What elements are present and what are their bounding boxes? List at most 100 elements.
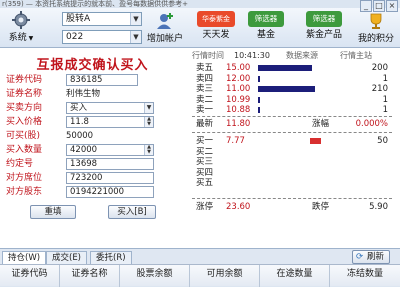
quote-panel: 行情时间 10:41:30 数据来源 行情主站 卖五 15.00 200 卖四 12.0… xyxy=(192,50,398,246)
ask-volume-bar xyxy=(258,75,260,82)
field-label: 买入价格 xyxy=(6,117,43,127)
promo-tiantianfa-button[interactable]: 华泰紫金 天天发 xyxy=(196,11,236,40)
ask-level-label: 卖四 xyxy=(196,73,214,84)
ask-level-label: 卖五 xyxy=(196,63,214,73)
price-input[interactable]: 11.8 ▲ ▼ xyxy=(66,116,154,128)
column-header[interactable]: 证券代码 xyxy=(0,265,60,287)
field-label: 可买(股) xyxy=(6,131,41,141)
bid-level-label: 买三 xyxy=(196,157,214,167)
my-points-button[interactable]: 我的积分 xyxy=(354,11,398,44)
quantity-input[interactable]: 42000 ▲ ▼ xyxy=(66,144,154,156)
column-header[interactable]: 在途数量 xyxy=(260,265,330,287)
quote-source-label: 数据来源 xyxy=(286,51,318,60)
tab-orders[interactable]: 委托(R) xyxy=(90,251,132,264)
ask-volume-bar xyxy=(258,107,260,113)
field-stock-name: 证券名称 利伟生物 xyxy=(6,88,146,100)
order-panel: 互报成交确认买入 证券代码 836185 证券名称 利伟生物 买卖方向 买入 ▼… xyxy=(0,48,400,248)
field-counterparty-holder: 对方股东 0194221000 xyxy=(6,186,156,198)
bid-volume-bar xyxy=(310,138,321,144)
promo-fund-button[interactable]: 筛选器 基金 xyxy=(246,11,286,40)
ask-price[interactable]: 11.00 xyxy=(226,84,250,94)
refresh-label: 刷新 xyxy=(366,252,384,262)
ask-row: 卖一 10.88 1 xyxy=(192,105,392,115)
column-header[interactable]: 冻结数量 xyxy=(330,265,400,287)
field-label: 对方股东 xyxy=(6,187,43,197)
tab-positions[interactable]: 持仓(W) xyxy=(2,251,47,264)
limit-down-label: 跌停 xyxy=(312,202,330,212)
add-account-label: 增加帐户 xyxy=(146,34,183,44)
system-menu-button[interactable]: 系统 ▼ xyxy=(4,10,38,43)
column-header[interactable]: 证券名称 xyxy=(60,265,120,287)
bid-level-label: 买四 xyxy=(196,167,214,178)
quantity-value: 42000 xyxy=(70,145,98,155)
promo-label: 紫金产品 xyxy=(305,30,342,40)
divider xyxy=(192,132,392,133)
field-label: 买入数量 xyxy=(6,145,43,155)
reset-button[interactable]: 重填 xyxy=(30,205,76,219)
direction-select[interactable]: 买入 ▼ xyxy=(66,102,154,114)
agreement-no-input[interactable]: 13698 xyxy=(66,158,154,170)
ask-row: 卖二 10.99 1 xyxy=(192,95,392,105)
close-icon[interactable]: × xyxy=(386,0,398,12)
bid-row: 买五 xyxy=(192,178,392,188)
ask-level-label: 卖三 xyxy=(196,84,214,94)
bid-price[interactable]: 7.77 xyxy=(226,136,245,146)
ask-volume-bar xyxy=(258,96,260,103)
field-label: 证券名称 xyxy=(6,89,43,99)
ask-level-label: 卖一 xyxy=(196,105,214,115)
limit-down-value: 5.90 xyxy=(369,202,388,212)
stepper-icon[interactable]: ▲ ▼ xyxy=(144,117,153,127)
system-label: 系统 xyxy=(8,33,27,43)
ask-volume-bar xyxy=(258,86,315,92)
divider xyxy=(192,198,392,199)
page-title: 互报成交确认买入 xyxy=(36,58,149,73)
stock-select-value: 股转A xyxy=(66,14,91,24)
refresh-button[interactable]: ⟳ 刷新 xyxy=(351,250,390,264)
tab-trades[interactable]: 成交(E) xyxy=(46,251,88,264)
field-counterparty-seat: 对方席位 723200 xyxy=(6,172,156,184)
field-price: 买入价格 11.8 ▲ ▼ xyxy=(6,116,156,128)
direction-value: 买入 xyxy=(70,103,88,113)
buy-button[interactable]: 买入[B] xyxy=(108,205,156,219)
add-account-button[interactable]: 增加帐户 xyxy=(144,11,186,44)
field-agreement-no: 约定号 13698 xyxy=(6,158,156,170)
promo-product-button[interactable]: 筛选器 紫金产品 xyxy=(302,11,346,40)
chevron-down-icon: ▼ xyxy=(144,103,153,113)
chevron-down-icon: ▼ xyxy=(130,13,141,25)
stock-select[interactable]: 股转A ▼ xyxy=(62,12,142,26)
ask-price[interactable]: 10.88 xyxy=(226,105,250,115)
promo-label: 基金 xyxy=(256,30,275,40)
ask-volume: 210 xyxy=(371,84,388,94)
price-value: 11.8 xyxy=(70,117,89,127)
limit-row: 涨停 23.60 跌停 5.90 xyxy=(192,202,392,212)
account-select[interactable]: 022 ▼ xyxy=(62,30,142,44)
bid-volume: 50 xyxy=(377,136,388,146)
promo-badge: 筛选器 xyxy=(306,11,342,27)
my-points-label: 我的积分 xyxy=(357,34,394,44)
stock-name-value: 利伟生物 xyxy=(66,89,101,99)
latest-value: 11.80 xyxy=(226,119,251,129)
ask-level-label: 卖二 xyxy=(196,94,214,105)
bid-level-label: 买一 xyxy=(196,136,214,146)
field-max-qty: 可买(股) 50000 xyxy=(6,130,156,142)
minimize-icon[interactable]: _ xyxy=(360,0,372,12)
maximize-icon[interactable]: □ xyxy=(373,0,385,12)
stepper-icon[interactable]: ▲ ▼ xyxy=(144,145,153,155)
toolbar: 系统 ▼ 股转A ▼ 022 ▼ 增加帐户 华泰紫金 天天发 筛选器 基金 筛选… xyxy=(0,8,400,48)
stock-code-input[interactable]: 836185 xyxy=(66,74,138,86)
field-label: 对方席位 xyxy=(6,173,43,183)
ask-price[interactable]: 15.00 xyxy=(226,63,250,73)
bid-row: 买四 xyxy=(192,168,392,178)
ask-row: 卖三 11.00 210 xyxy=(192,84,392,94)
ask-price[interactable]: 10.99 xyxy=(226,95,250,105)
quote-time-label: 行情时间 xyxy=(192,51,224,60)
field-label: 买卖方向 xyxy=(6,103,43,113)
bottom-tabs: 持仓(W) 成交(E) 委托(R) ⟳ 刷新 xyxy=(0,248,400,264)
ask-volume: 1 xyxy=(382,73,388,84)
ask-price[interactable]: 12.00 xyxy=(226,74,250,84)
column-header[interactable]: 股票余额 xyxy=(120,265,190,287)
counterparty-seat-input[interactable]: 723200 xyxy=(66,172,154,184)
counterparty-holder-input[interactable]: 0194221000 xyxy=(66,186,154,198)
column-header[interactable]: 可用余额 xyxy=(190,265,260,287)
ask-row: 卖五 15.00 200 xyxy=(192,63,392,73)
